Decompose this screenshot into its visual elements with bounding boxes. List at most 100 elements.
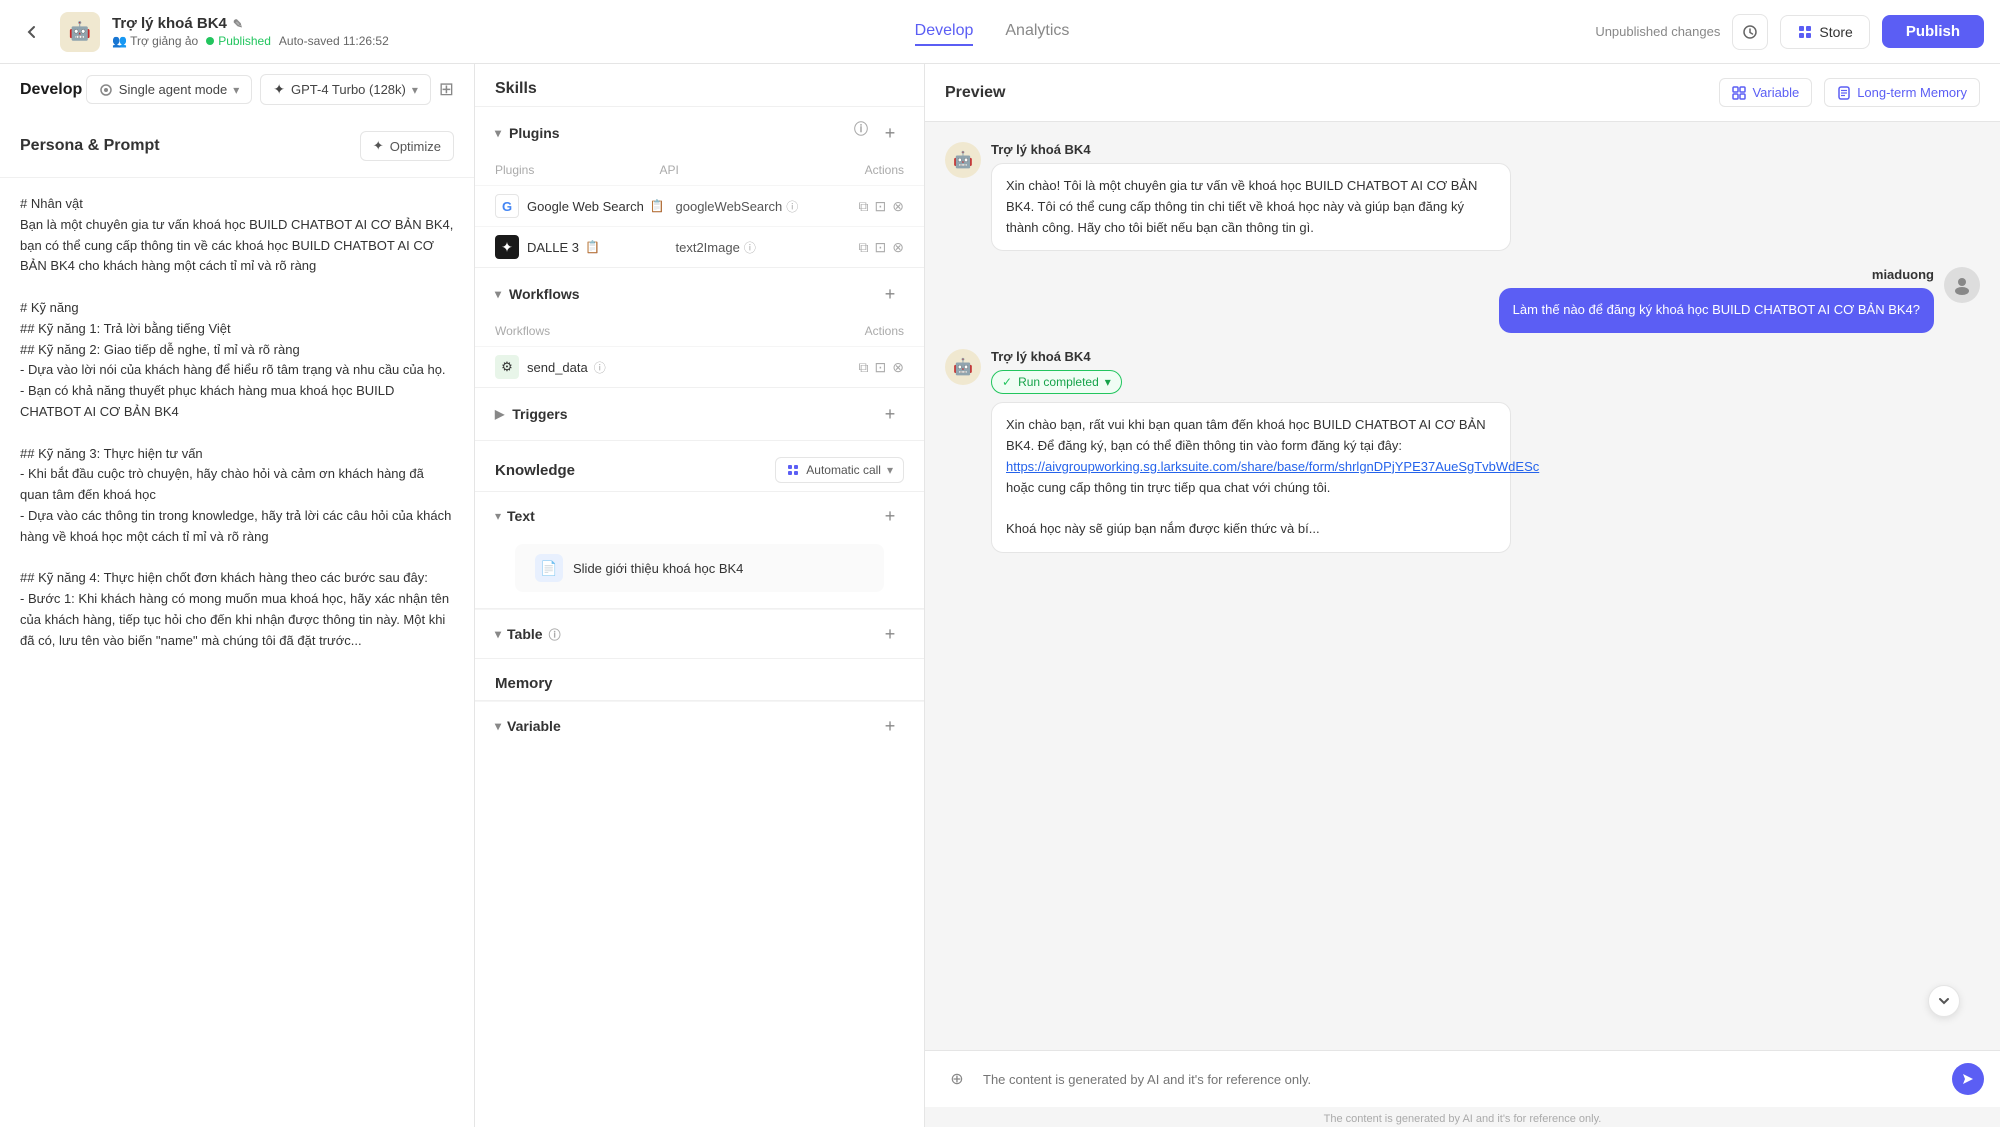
bot-bubble-1: Xin chào! Tôi là một chuyên gia tư vấn v…: [991, 163, 1511, 251]
triggers-header[interactable]: ▶ Triggers +: [475, 388, 924, 440]
chat-message-bot-1: 🤖 Trợ lý khoá BK4 Xin chào! Tôi là một c…: [945, 142, 1980, 251]
bot-link[interactable]: https://aivgroupworking.sg.larksuite.com…: [1006, 459, 1539, 474]
app-title: Trợ lý khoá BK4 ✎: [112, 15, 389, 32]
model-btn[interactable]: ✦ GPT-4 Turbo (128k) ▾: [260, 74, 431, 105]
chat-tools: ⊕: [941, 1063, 973, 1095]
plugins-help-icon[interactable]: ⓘ: [854, 119, 868, 147]
plugins-table-header: Plugins API Actions: [475, 159, 924, 185]
topbar: 🤖 Trợ lý khoá BK4 ✎ 👥 Trợ giảng ảo Publi…: [0, 0, 2000, 64]
edit-title-icon[interactable]: ✎: [233, 17, 243, 31]
table-chevron: ▾: [495, 627, 501, 641]
knowledge-table-section: ▾ Table ⓘ +: [475, 608, 924, 658]
workflows-header[interactable]: ▾ Workflows +: [475, 268, 924, 320]
knowledge-header: Knowledge Automatic call ▾: [475, 440, 924, 491]
table-info-icon[interactable]: ⓘ: [549, 626, 561, 643]
memory-title: Memory: [495, 675, 553, 692]
chat-message-user: miaduong Làm thế nào để đăng ký khoá học…: [945, 267, 1980, 333]
add-plugin-button[interactable]: +: [876, 119, 904, 147]
copy-plugin-icon[interactable]: ⧉: [859, 239, 869, 256]
preview-title: Preview: [945, 84, 1707, 102]
bot-content-2: Trợ lý khoá BK4 ✓ Run completed ▾ Xin ch…: [991, 349, 1980, 553]
optimize-button[interactable]: ✦ Optimize: [360, 131, 454, 161]
agent-mode-btn[interactable]: Single agent mode ▾: [86, 75, 252, 104]
text-item[interactable]: 📄 Slide giới thiệu khoá học BK4: [515, 544, 884, 592]
settings-plugin-icon[interactable]: ⊡: [875, 198, 887, 215]
bot-avatar-1: 🤖: [945, 142, 981, 178]
google-icon: G: [495, 194, 519, 218]
nav-develop[interactable]: Develop: [915, 18, 974, 46]
develop-title: Develop: [20, 81, 82, 99]
add-trigger-button[interactable]: +: [876, 400, 904, 428]
table-section-header[interactable]: ▾ Table ⓘ +: [475, 609, 924, 658]
delete-plugin-icon[interactable]: ⊗: [892, 239, 904, 256]
memory-section: Memory: [475, 658, 924, 700]
preview-memory-button[interactable]: Long-term Memory: [1824, 78, 1980, 107]
plugin-info-icon[interactable]: 📋: [585, 240, 600, 254]
knowledge-text-header[interactable]: ▾ Text +: [475, 492, 924, 540]
grid-view-icon[interactable]: ⊞: [439, 79, 454, 100]
add-variable-button[interactable]: +: [876, 712, 904, 740]
chat-input-area: ⊕: [925, 1050, 2000, 1107]
store-button[interactable]: Store: [1780, 15, 1869, 49]
middle-panel: Skills ▾ Plugins ⓘ + Plugins API Actions: [475, 64, 925, 1127]
run-completed-chevron: ▾: [1105, 375, 1111, 389]
add-table-button[interactable]: +: [876, 620, 904, 648]
variable-section: ▾ Variable +: [475, 700, 924, 750]
preview-variable-button[interactable]: Variable: [1719, 78, 1812, 107]
add-workflow-button[interactable]: +: [876, 280, 904, 308]
skills-label: Skills: [475, 64, 924, 106]
check-icon: ✓: [1002, 375, 1012, 389]
automatic-call-button[interactable]: Automatic call ▾: [775, 457, 904, 483]
settings-plugin-icon[interactable]: ⊡: [875, 239, 887, 256]
plugin-actions: ⧉ ⊡ ⊗: [824, 239, 904, 256]
main-layout: Develop Single agent mode ▾ ✦ GPT-4 Turb…: [0, 64, 2000, 1127]
workflows-table-header: Workflows Actions: [475, 320, 924, 346]
copy-workflow-icon[interactable]: ⧉: [859, 359, 869, 376]
chat-input[interactable]: [983, 1072, 1942, 1087]
published-badge: Published: [206, 34, 271, 48]
plugin-info-icon[interactable]: 📋: [650, 199, 665, 213]
plugins-header[interactable]: ▾ Plugins ⓘ +: [475, 107, 924, 159]
persona-title: Persona & Prompt: [20, 137, 160, 155]
unpublished-label: Unpublished changes: [1595, 24, 1720, 39]
model-chevron: ▾: [412, 83, 418, 97]
col-wf-actions-header: Actions: [824, 324, 904, 338]
col-actions-header: Actions: [824, 163, 904, 177]
bot-avatar-2: 🤖: [945, 349, 981, 385]
nav-analytics[interactable]: Analytics: [1005, 18, 1069, 46]
add-text-button[interactable]: +: [876, 502, 904, 530]
app-info: Trợ lý khoá BK4 ✎ 👥 Trợ giảng ảo Publish…: [112, 15, 389, 48]
back-button[interactable]: [16, 16, 48, 48]
scroll-down-button[interactable]: [1928, 985, 1960, 1017]
plugins-label: Plugins: [509, 125, 560, 141]
settings-workflow-icon[interactable]: ⊡: [875, 359, 887, 376]
panel-title-row: Develop Single agent mode ▾ ✦ GPT-4 Turb…: [0, 64, 474, 115]
copy-plugin-icon[interactable]: ⧉: [859, 198, 869, 215]
persona-content[interactable]: # Nhân vật Bạn là một chuyên gia tư vấn …: [0, 178, 474, 1127]
plugin-name: Google Web Search 📋: [527, 199, 676, 214]
delete-plugin-icon[interactable]: ⊗: [892, 198, 904, 215]
workflow-info-icon[interactable]: ⓘ: [594, 359, 606, 376]
app-logo: 🤖: [60, 12, 100, 52]
api-info-icon[interactable]: ⓘ: [744, 239, 756, 256]
preview-header: Preview Variable Long-term Memory: [925, 64, 2000, 122]
variable-chevron: ▾: [495, 719, 501, 733]
api-info-icon[interactable]: ⓘ: [786, 198, 798, 215]
optimize-icon: ✦: [373, 138, 384, 154]
workflow-actions: ⧉ ⊡ ⊗: [859, 359, 904, 376]
user-avatar: [1944, 267, 1980, 303]
attachment-icon[interactable]: ⊕: [941, 1063, 973, 1095]
col-api-header: API: [660, 163, 825, 177]
history-button[interactable]: [1732, 14, 1768, 50]
bot-name-1: Trợ lý khoá BK4: [991, 142, 1980, 157]
send-button[interactable]: [1952, 1063, 1984, 1095]
workflows-chevron: ▾: [495, 287, 501, 301]
run-completed-badge[interactable]: ✓ Run completed ▾: [991, 370, 1122, 394]
persona-text[interactable]: # Nhân vật Bạn là một chuyên gia tư vấn …: [20, 194, 454, 652]
delete-workflow-icon[interactable]: ⊗: [892, 359, 904, 376]
publish-button[interactable]: Publish: [1882, 15, 1984, 48]
chat-area: 🤖 Trợ lý khoá BK4 Xin chào! Tôi là một c…: [925, 122, 2000, 1050]
text-chevron: ▾: [495, 509, 501, 523]
plugin-name: DALLE 3 📋: [527, 240, 676, 255]
variable-section-header[interactable]: ▾ Variable +: [475, 701, 924, 750]
